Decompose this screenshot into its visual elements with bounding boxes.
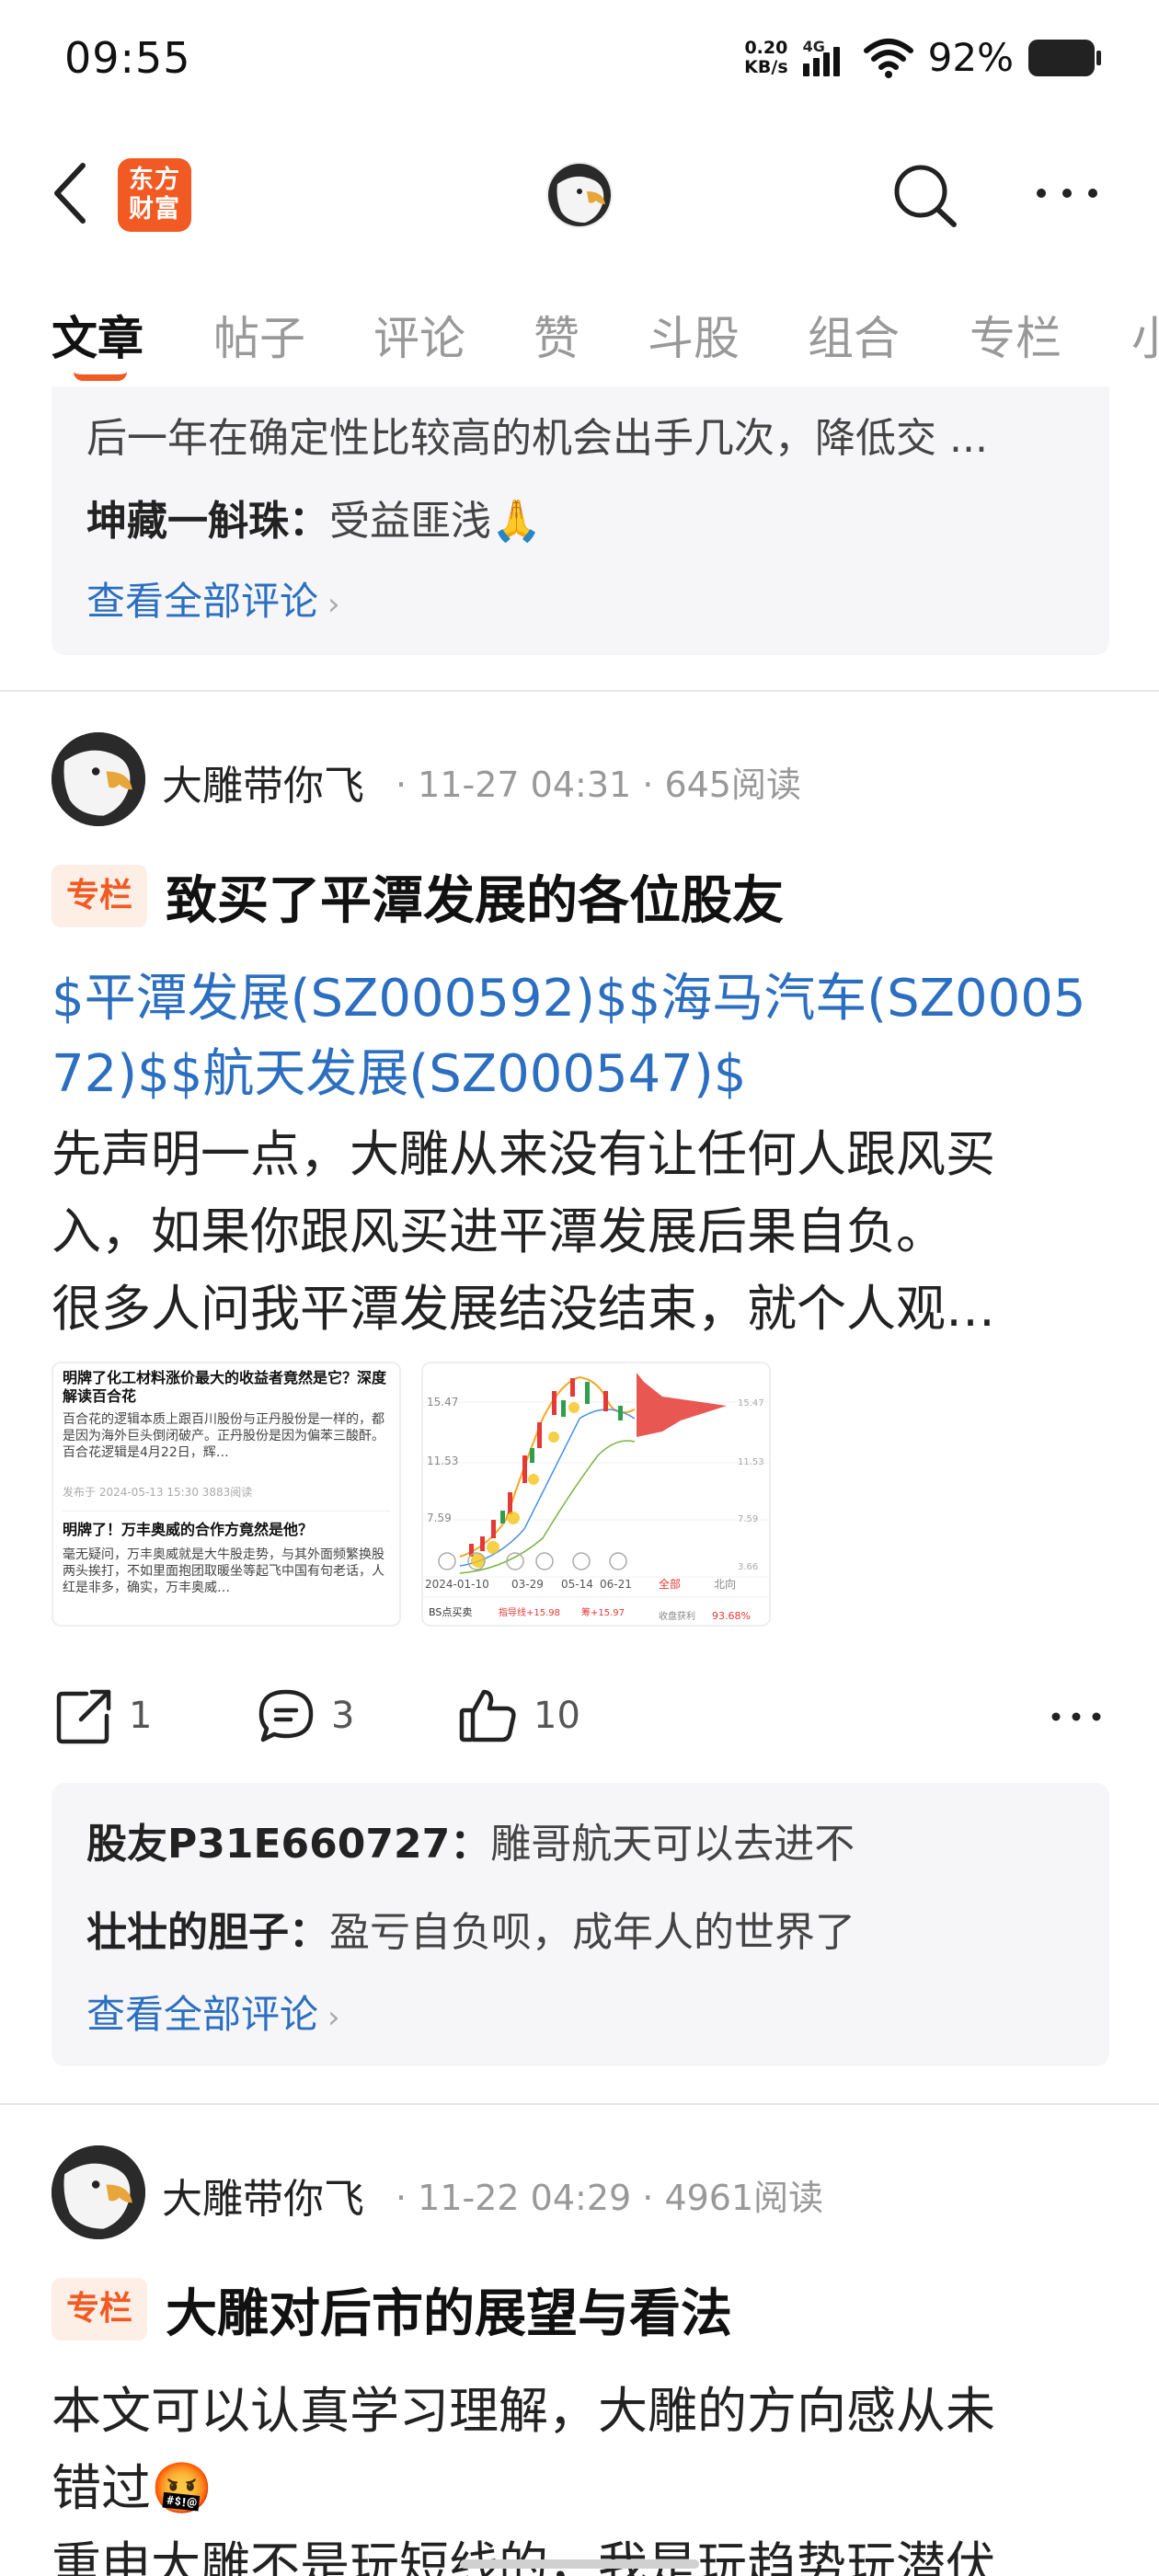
tab-portfolio[interactable]: 组合 (808, 302, 900, 368)
wifi-icon (863, 38, 913, 78)
comment-item[interactable]: 壮壮的胆子：盈亏自负呗，成年人的世界了 (86, 1899, 855, 1958)
price-label: 15.47 (427, 1396, 458, 1409)
comment-icon (258, 1689, 314, 1742)
eagle-avatar-icon (52, 732, 145, 826)
like-count: 10 (534, 1695, 580, 1737)
post-body-line: 本文可以认真学习理解，大雕的方向感从未 (52, 2382, 995, 2440)
thumb-article-title: 明牌了！万丰奥威的合作方竟然是他？ (63, 1521, 314, 1538)
profit-label: 收盘获利 (659, 1610, 695, 1622)
tab-comments[interactable]: 评论 (373, 302, 465, 368)
thumb-article-meta: 发布于 2024-05-13 15:30 3883阅读 (63, 1486, 253, 1499)
battery-percent: 92% (927, 35, 1014, 80)
column-badge: 专栏 (52, 865, 147, 927)
back-arrow-icon[interactable] (46, 158, 101, 228)
eagle-avatar-icon (52, 2145, 145, 2239)
tab-likes[interactable]: 赞 (534, 302, 580, 368)
comment-text-truncated: 后一年在确定性比较高的机会出手几次，降低交 ... (86, 415, 988, 462)
tab-stock-battle[interactable]: 斗股 (648, 302, 740, 368)
price-label: 11.53 (738, 1457, 764, 1467)
tab-posts[interactable]: 帖子 (213, 302, 305, 368)
more-options-icon[interactable] (1032, 179, 1102, 207)
post-author[interactable]: 大雕带你飞 (162, 2166, 364, 2225)
more-options-icon[interactable] (1049, 1708, 1104, 1726)
comment-item[interactable]: 股友P31E660727：雕哥航天可以去进不 (86, 1811, 855, 1869)
chevron-right-icon: › (327, 586, 340, 623)
app-logo[interactable]: 东方 财富 (118, 158, 191, 232)
avatar[interactable] (546, 162, 613, 228)
eagle-avatar-icon (548, 164, 611, 226)
chart-tab-north: 北向 (714, 1577, 736, 1591)
view-all-comments-link[interactable]: 查看全部评论 › (86, 570, 340, 627)
post-meta: · 11-27 04:31 · 645阅读 (396, 765, 801, 805)
date-label: 03-29 (511, 1578, 544, 1591)
comment-item[interactable]: 坤藏一斛珠：受益匪浅🙏 (86, 488, 542, 546)
chevron-right-icon: › (327, 1999, 340, 2036)
profile-tabs: 文章 帖子 评论 赞 斗股 组合 专栏 小 (0, 294, 1159, 386)
chart-tab-all: 全部 (659, 1577, 681, 1591)
chart-indicator: 指导线+15.98 (499, 1606, 560, 1618)
status-icons: 0.20 KB/s 4G 92% (744, 35, 1101, 80)
cell-signal-icon: 4G (802, 38, 849, 76)
post-title[interactable]: 致买了平潭发展的各位股友 (166, 859, 784, 934)
comment-count: 3 (331, 1695, 355, 1737)
tab-more[interactable]: 小 (1131, 302, 1159, 368)
post-image-articles[interactable]: 明牌了化工材料涨价最大的收益者竟然是它？深度解读百合花 百合花的逻辑本质上跟百川… (52, 1362, 401, 1627)
share-icon (56, 1689, 111, 1744)
share-count: 1 (129, 1695, 153, 1737)
comment-button[interactable]: 3 (256, 1684, 354, 1748)
gesture-bar (460, 2559, 699, 2569)
date-label: 06-21 (600, 1578, 632, 1591)
profit-value: 93.68% (712, 1610, 751, 1622)
thumb-article-body: 百合花的逻辑本质上跟百川股份与正丹股份是一样的，都是因为海外巨头倒闭破产。正丹股… (63, 1412, 384, 1460)
like-button[interactable]: 10 (458, 1684, 580, 1748)
thumb-article-title: 明牌了化工材料涨价最大的收益者竟然是它？深度解读百合花 (63, 1369, 387, 1405)
post-title[interactable]: 大雕对后市的展望与看法 (166, 2272, 732, 2347)
column-badge: 专栏 (52, 2278, 147, 2340)
post-body-line: 很多人问我平潭发展结没结束，就个人观… (52, 1280, 995, 1338)
post-meta: · 11-22 04:29 · 4961阅读 (396, 2178, 824, 2218)
stock-links[interactable]: $平潭发展(SZ000592)$$海马汽车(SZ0005 (52, 957, 1086, 1031)
thumbs-up-icon (459, 1689, 516, 1742)
tab-articles[interactable]: 文章 (52, 302, 143, 368)
price-label: 7.59 (427, 1512, 452, 1524)
comment-preview-box: 后一年在确定性比较高的机会出手几次，降低交 ... 坤藏一斛珠：受益匪浅🙏 查看… (52, 386, 1109, 655)
author-avatar[interactable] (52, 2145, 145, 2239)
active-tab-indicator (74, 372, 127, 381)
post-author[interactable]: 大雕带你飞 (162, 753, 364, 811)
price-label: 11.53 (427, 1455, 458, 1467)
status-bar: 09:55 0.20 KB/s 4G 92% (0, 0, 1159, 120)
post-image-stock-chart[interactable]: 15.47 11.53 7.59 15.47 11.53 7.59 3.66 2… (421, 1362, 771, 1627)
tab-column[interactable]: 专栏 (970, 302, 1061, 368)
nav-bar: 东方 财富 (0, 138, 1159, 248)
stock-chart: 15.47 11.53 7.59 15.47 11.53 7.59 3.66 2… (423, 1363, 769, 1625)
price-label: 3.66 (738, 1562, 758, 1572)
price-label: 7.59 (738, 1514, 758, 1524)
chart-bs-label: BS点买卖 (429, 1606, 472, 1618)
thumb-article-body: 毫无疑问，万丰奥威就是大牛股走势，与其外面频繁换股两头挨打，不如里面抱团取暖坐等… (63, 1547, 384, 1595)
divider (0, 690, 1159, 692)
search-icon[interactable] (888, 158, 961, 232)
date-label: 05-14 (561, 1578, 593, 1591)
post-body-line: 先声明一点，大雕从来没有让任何人跟风买 (52, 1125, 995, 1183)
battery-icon (1028, 39, 1101, 76)
date-label: 2024-01-10 (425, 1578, 489, 1591)
chart-indicator: 筹+15.97 (581, 1606, 625, 1618)
stock-links[interactable]: 72)$$航天发展(SZ000547)$ (52, 1032, 746, 1107)
post-body-line: 错过🤬 (52, 2459, 213, 2517)
post-body-line: 入，如果你跟风买进平潭发展后果自负。 (52, 1202, 946, 1260)
comment-preview-box: 股友P31E660727：雕哥航天可以去进不 壮壮的胆子：盈亏自负呗，成年人的世… (52, 1783, 1109, 2066)
network-speed: 0.20 KB/s (744, 37, 788, 77)
author-avatar[interactable] (52, 732, 145, 826)
share-button[interactable]: 1 (55, 1684, 152, 1748)
status-time: 09:55 (64, 33, 191, 83)
divider (0, 2103, 1159, 2105)
view-all-comments-link[interactable]: 查看全部评论 › (86, 1984, 340, 2040)
price-label: 15.47 (738, 1398, 764, 1409)
